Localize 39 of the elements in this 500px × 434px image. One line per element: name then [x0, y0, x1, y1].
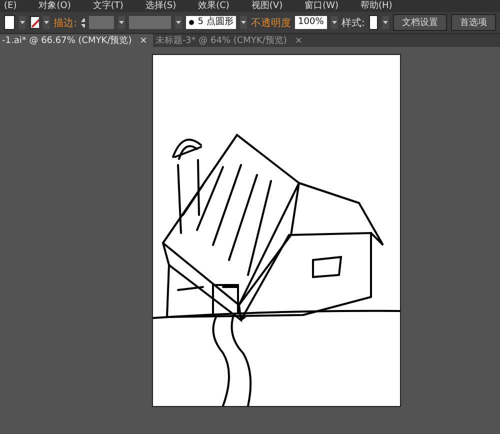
- caret-icon: [241, 21, 246, 24]
- menu-item[interactable]: 选择(S): [145, 0, 176, 12]
- opacity-label: 不透明度: [251, 16, 292, 30]
- menu-item[interactable]: 帮助(H): [360, 0, 392, 12]
- menu-item[interactable]: 对象(O): [38, 0, 71, 12]
- brush-field[interactable]: 5 点圆形: [186, 16, 236, 29]
- menu-item[interactable]: 文字(T): [92, 0, 124, 12]
- opacity-field[interactable]: 100%: [295, 16, 327, 29]
- caret-icon: [118, 21, 124, 24]
- dropdown-caret[interactable]: [330, 16, 338, 29]
- caret-icon: [383, 21, 388, 24]
- dropdown-caret[interactable]: [42, 16, 50, 29]
- caret-icon: [176, 21, 181, 24]
- close-icon[interactable]: ×: [294, 36, 302, 46]
- dropdown-caret[interactable]: [382, 16, 390, 29]
- caret-icon: [20, 21, 26, 24]
- toolbar-button[interactable]: 文档设置: [393, 14, 448, 31]
- close-icon[interactable]: ×: [140, 36, 148, 46]
- caret-icon: [332, 21, 337, 24]
- caret-icon: [44, 21, 49, 24]
- toolbar-button[interactable]: 首选项: [451, 14, 496, 31]
- variable-width-field[interactable]: [128, 16, 171, 29]
- no-stroke-swatch[interactable]: [30, 16, 39, 29]
- fill-swatch[interactable]: [4, 15, 16, 30]
- dropdown-caret[interactable]: [118, 16, 125, 29]
- dropdown-caret[interactable]: [240, 16, 248, 29]
- dropdown-caret[interactable]: [19, 16, 26, 29]
- stroke-weight-field[interactable]: [89, 16, 114, 29]
- menu-item[interactable]: (E): [4, 0, 17, 12]
- menu-item[interactable]: 视图(V): [251, 0, 283, 12]
- dropdown-caret[interactable]: [174, 16, 182, 29]
- style-swatch[interactable]: [368, 15, 378, 30]
- style-label: 样式:: [342, 16, 365, 30]
- stroke-label: 描边:: [54, 16, 78, 30]
- document-tab[interactable]: -1.ai* @ 66.67% (CMYK/预览) ×: [0, 34, 154, 47]
- menu-item[interactable]: 窗口(W): [304, 0, 339, 12]
- round-brush-icon: [188, 20, 194, 25]
- menu-item[interactable]: 效果(C): [198, 0, 230, 12]
- spinner-icon[interactable]: [81, 16, 86, 28]
